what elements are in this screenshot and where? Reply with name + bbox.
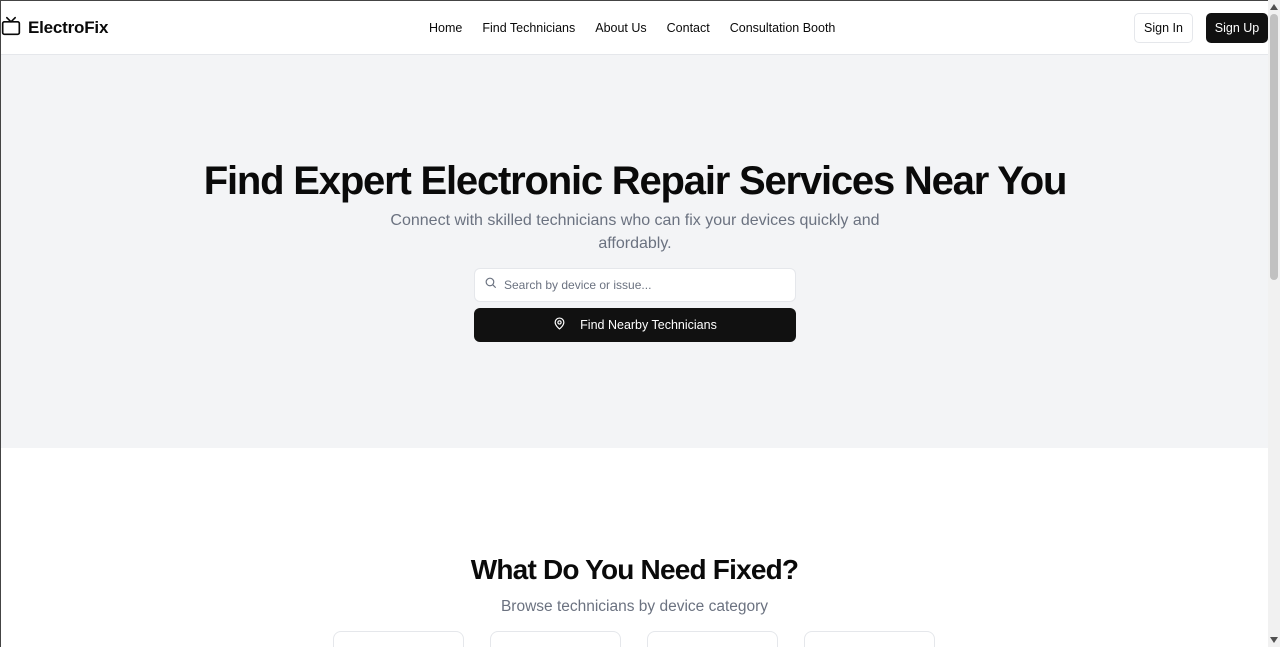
- scroll-down-arrow-icon[interactable]: [1268, 634, 1280, 646]
- hero-subtitle: Connect with skilled technicians who can…: [390, 212, 880, 252]
- nav-contact[interactable]: Contact: [667, 21, 710, 35]
- brand-logo[interactable]: ElectroFix: [1, 1, 108, 55]
- map-pin-icon: [553, 317, 566, 333]
- site-header: ElectroFix Home Find Technicians About U…: [1, 1, 1268, 55]
- scroll-up-arrow-icon[interactable]: [1268, 1, 1280, 13]
- sign-up-button[interactable]: Sign Up: [1206, 13, 1268, 43]
- categories-subtitle: Browse technicians by device category: [500, 598, 769, 615]
- nav-home[interactable]: Home: [429, 21, 462, 35]
- scrollbar-thumb[interactable]: [1270, 14, 1278, 280]
- search-input[interactable]: [504, 278, 784, 292]
- nav-about-us[interactable]: About Us: [595, 21, 646, 35]
- hero-title: Find Expert Electronic Repair Services N…: [203, 159, 1068, 203]
- search-box: [474, 268, 796, 302]
- hero-section: Find Expert Electronic Repair Services N…: [1, 55, 1268, 448]
- nav-consultation-booth[interactable]: Consultation Booth: [730, 21, 836, 35]
- category-card[interactable]: [490, 631, 621, 647]
- category-card[interactable]: [647, 631, 778, 647]
- brand-name: ElectroFix: [28, 18, 109, 37]
- auth-buttons: Sign In Sign Up: [1134, 13, 1268, 43]
- category-card[interactable]: [804, 631, 935, 647]
- sign-in-button[interactable]: Sign In: [1134, 13, 1193, 43]
- tv-icon: [1, 16, 21, 41]
- category-card[interactable]: [333, 631, 464, 647]
- page-scrollbar[interactable]: [1268, 0, 1280, 647]
- search-icon: [484, 276, 497, 294]
- categories-title: What Do You Need Fixed?: [470, 554, 799, 585]
- page: ElectroFix Home Find Technicians About U…: [0, 0, 1268, 647]
- category-cards: [333, 631, 935, 647]
- main-nav: Home Find Technicians About Us Contact C…: [429, 1, 835, 55]
- find-button-label: Find Nearby Technicians: [580, 318, 717, 332]
- nav-find-technicians[interactable]: Find Technicians: [482, 21, 575, 35]
- find-nearby-technicians-button[interactable]: Find Nearby Technicians: [474, 308, 796, 342]
